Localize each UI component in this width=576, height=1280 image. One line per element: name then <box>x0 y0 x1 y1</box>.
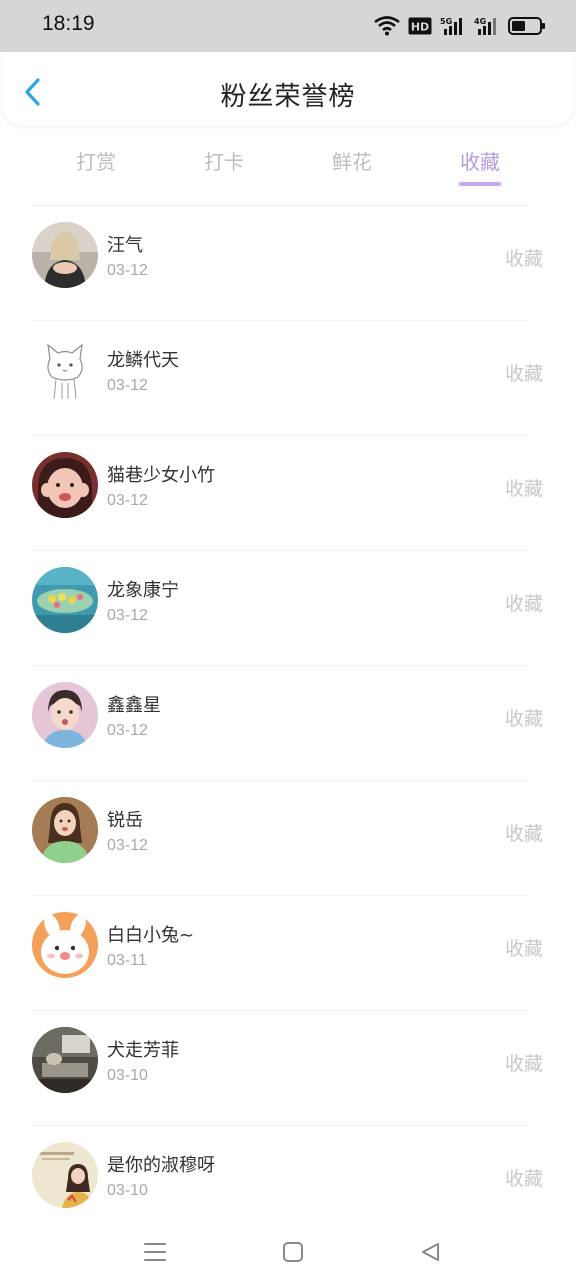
avatar <box>32 567 98 633</box>
fan-date: 03-12 <box>107 722 148 739</box>
fan-date: 03-12 <box>107 377 148 394</box>
fan-name: 汪气 <box>107 235 143 256</box>
favorite-tag: 收藏 <box>504 823 543 845</box>
net2-label: 4G <box>474 17 486 26</box>
avatar <box>32 337 98 403</box>
status-time: 18:19 <box>42 12 95 35</box>
active-tab-indicator <box>459 182 501 186</box>
favorite-tag: 收藏 <box>504 593 543 615</box>
fan-date: 03-12 <box>107 492 148 509</box>
fan-date: 03-12 <box>107 607 148 624</box>
avatar <box>32 682 98 748</box>
fan-date: 03-12 <box>107 837 148 854</box>
menu-icon <box>144 1243 166 1261</box>
avatar <box>32 797 98 863</box>
fan-name: 白白小兔~ <box>107 925 195 946</box>
tab-bar: 打赏 打卡 鲜花 收藏 <box>32 140 544 190</box>
list-item[interactable]: 汪气 03-12 收藏 <box>0 206 576 321</box>
tab-label: 收藏 <box>460 150 500 174</box>
tab-label: 打卡 <box>204 150 244 174</box>
battery-icon <box>508 17 545 35</box>
hd-label: HD <box>411 21 429 34</box>
fan-list: 汪气 03-12 收藏 龙鳞代天 03-12 收藏 猫巷少女小竹 03-12 收… <box>0 206 576 1241</box>
net1-label: 5G <box>440 17 452 26</box>
tab-label: 鲜花 <box>332 150 372 174</box>
favorite-tag: 收藏 <box>504 478 543 500</box>
tab-flowers[interactable]: 鲜花 <box>288 140 416 190</box>
system-nav-bar <box>0 1222 576 1280</box>
signal-5g-icon: 5G <box>440 17 462 35</box>
list-item[interactable]: 龙鳞代天 03-12 收藏 <box>0 321 576 436</box>
avatar <box>32 912 98 978</box>
tab-checkin[interactable]: 打卡 <box>160 140 288 190</box>
favorite-tag: 收藏 <box>504 938 543 960</box>
home-square-icon <box>283 1242 303 1262</box>
list-item[interactable]: 白白小兔~ 03-11 收藏 <box>0 896 576 1011</box>
hd-icon: HD <box>408 17 432 35</box>
favorite-tag: 收藏 <box>504 1053 543 1075</box>
favorite-tag: 收藏 <box>504 708 543 730</box>
fan-name: 龙象康宁 <box>107 580 179 601</box>
fan-name: 鑫鑫星 <box>107 695 161 716</box>
wifi-icon <box>374 16 400 36</box>
fan-date: 03-11 <box>107 952 147 969</box>
list-item[interactable]: 锐岳 03-12 收藏 <box>0 781 576 896</box>
fan-name: 猫巷少女小竹 <box>107 465 215 486</box>
home-button[interactable] <box>273 1232 313 1272</box>
signal-4g-icon: 4G <box>474 17 496 35</box>
status-icons: HD 5G 4G <box>374 14 546 38</box>
tab-reward[interactable]: 打赏 <box>32 140 160 190</box>
list-item[interactable]: 鑫鑫星 03-12 收藏 <box>0 666 576 781</box>
list-item[interactable]: 犬走芳菲 03-10 收藏 <box>0 1011 576 1126</box>
avatar <box>32 1027 98 1093</box>
status-bar: 18:19 HD 5G 4G <box>0 0 576 52</box>
favorite-tag: 收藏 <box>504 363 543 385</box>
avatar <box>32 1142 98 1208</box>
list-item[interactable]: 龙象康宁 03-12 收藏 <box>0 551 576 666</box>
fan-name: 龙鳞代天 <box>107 350 179 371</box>
fan-name: 犬走芳菲 <box>107 1040 179 1061</box>
avatar <box>32 222 98 288</box>
list-item[interactable]: 猫巷少女小竹 03-12 收藏 <box>0 436 576 551</box>
fan-name: 锐岳 <box>107 810 143 831</box>
header: 粉丝荣誉榜 <box>2 52 574 126</box>
menu-button[interactable] <box>135 1232 175 1272</box>
back-triangle-icon <box>422 1243 439 1261</box>
fan-date: 03-10 <box>107 1067 148 1084</box>
tab-label: 打赏 <box>76 150 116 174</box>
page-title: 粉丝荣誉榜 <box>220 82 356 112</box>
fan-date: 03-12 <box>107 262 148 279</box>
back-nav-button[interactable] <box>410 1232 450 1272</box>
avatar <box>32 452 98 518</box>
tab-favorites[interactable]: 收藏 <box>416 140 544 190</box>
fan-name: 是你的淑穆呀 <box>107 1155 215 1176</box>
favorite-tag: 收藏 <box>504 1168 543 1190</box>
favorite-tag: 收藏 <box>504 248 543 270</box>
fan-date: 03-10 <box>107 1182 148 1199</box>
